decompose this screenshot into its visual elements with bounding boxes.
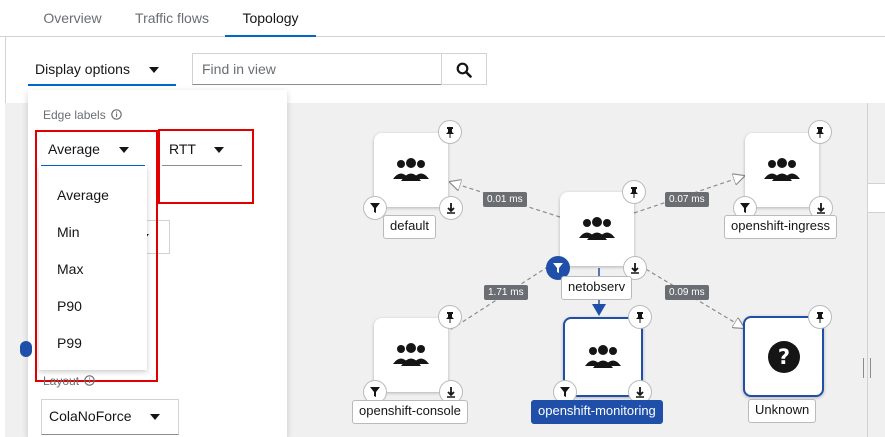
caret-down-icon <box>119 147 129 153</box>
node-label: netobserv <box>561 276 633 300</box>
toggle-switch[interactable] <box>20 341 32 357</box>
node-label: openshift-ingress <box>724 215 837 239</box>
node-label: default <box>383 215 437 239</box>
layout-value: ColaNoForce <box>49 408 132 424</box>
node-label: Unknown <box>748 399 817 423</box>
menu-item-min[interactable]: Min <box>57 224 80 240</box>
question-icon: ? <box>767 340 800 373</box>
info-icon[interactable] <box>84 375 96 386</box>
metric-function-select[interactable]: Average <box>41 133 145 167</box>
users-icon <box>579 217 615 240</box>
pin-icon[interactable] <box>808 120 832 144</box>
step-into-icon[interactable] <box>439 196 463 220</box>
node-openshift-console[interactable] <box>374 318 448 392</box>
edge-arrowhead <box>592 304 606 316</box>
users-icon <box>764 158 800 181</box>
caret-down-icon <box>150 414 160 420</box>
menu-item-p99[interactable]: P99 <box>57 335 82 351</box>
node-openshift-ingress[interactable] <box>745 133 819 207</box>
pin-icon[interactable] <box>622 180 646 204</box>
metric-type-select[interactable]: RTT <box>162 133 242 166</box>
users-icon <box>393 158 429 181</box>
edge-label: 0.01 ms <box>483 192 527 207</box>
menu-item-p90[interactable]: P90 <box>57 298 82 314</box>
node-unknown[interactable]: ? <box>743 316 824 397</box>
pin-icon[interactable] <box>808 305 832 329</box>
pin-icon[interactable] <box>438 305 462 329</box>
metric-function-menu: Average Min Max P90 P99 <box>39 166 147 370</box>
info-icon[interactable] <box>111 109 122 120</box>
layout-select[interactable]: ColaNoForce <box>41 399 179 435</box>
menu-item-max[interactable]: Max <box>57 261 83 277</box>
svg-text:?: ? <box>777 345 789 369</box>
users-icon <box>393 343 429 366</box>
layout-title: Layout <box>43 374 96 388</box>
edge-labels-title: Edge labels <box>43 108 122 122</box>
menu-item-average[interactable]: Average <box>57 187 109 203</box>
metric-type-value: RTT <box>169 141 196 157</box>
node-label: openshift-monitoring <box>531 400 663 424</box>
pin-icon[interactable] <box>628 305 652 329</box>
edge-label: 0.09 ms <box>665 285 709 300</box>
users-icon <box>585 345 621 368</box>
node-label: openshift-console <box>352 400 468 424</box>
metric-function-value: Average <box>48 141 100 157</box>
node-default[interactable] <box>374 133 448 207</box>
node-netobserv[interactable] <box>560 192 634 266</box>
pin-icon[interactable] <box>438 120 462 144</box>
edge-label: 1.71 ms <box>484 285 528 300</box>
edge-label: 0.07 ms <box>665 192 709 207</box>
caret-down-icon <box>214 147 224 153</box>
display-options-panel: Edge labels Average Average Min Max P90 … <box>20 90 287 437</box>
